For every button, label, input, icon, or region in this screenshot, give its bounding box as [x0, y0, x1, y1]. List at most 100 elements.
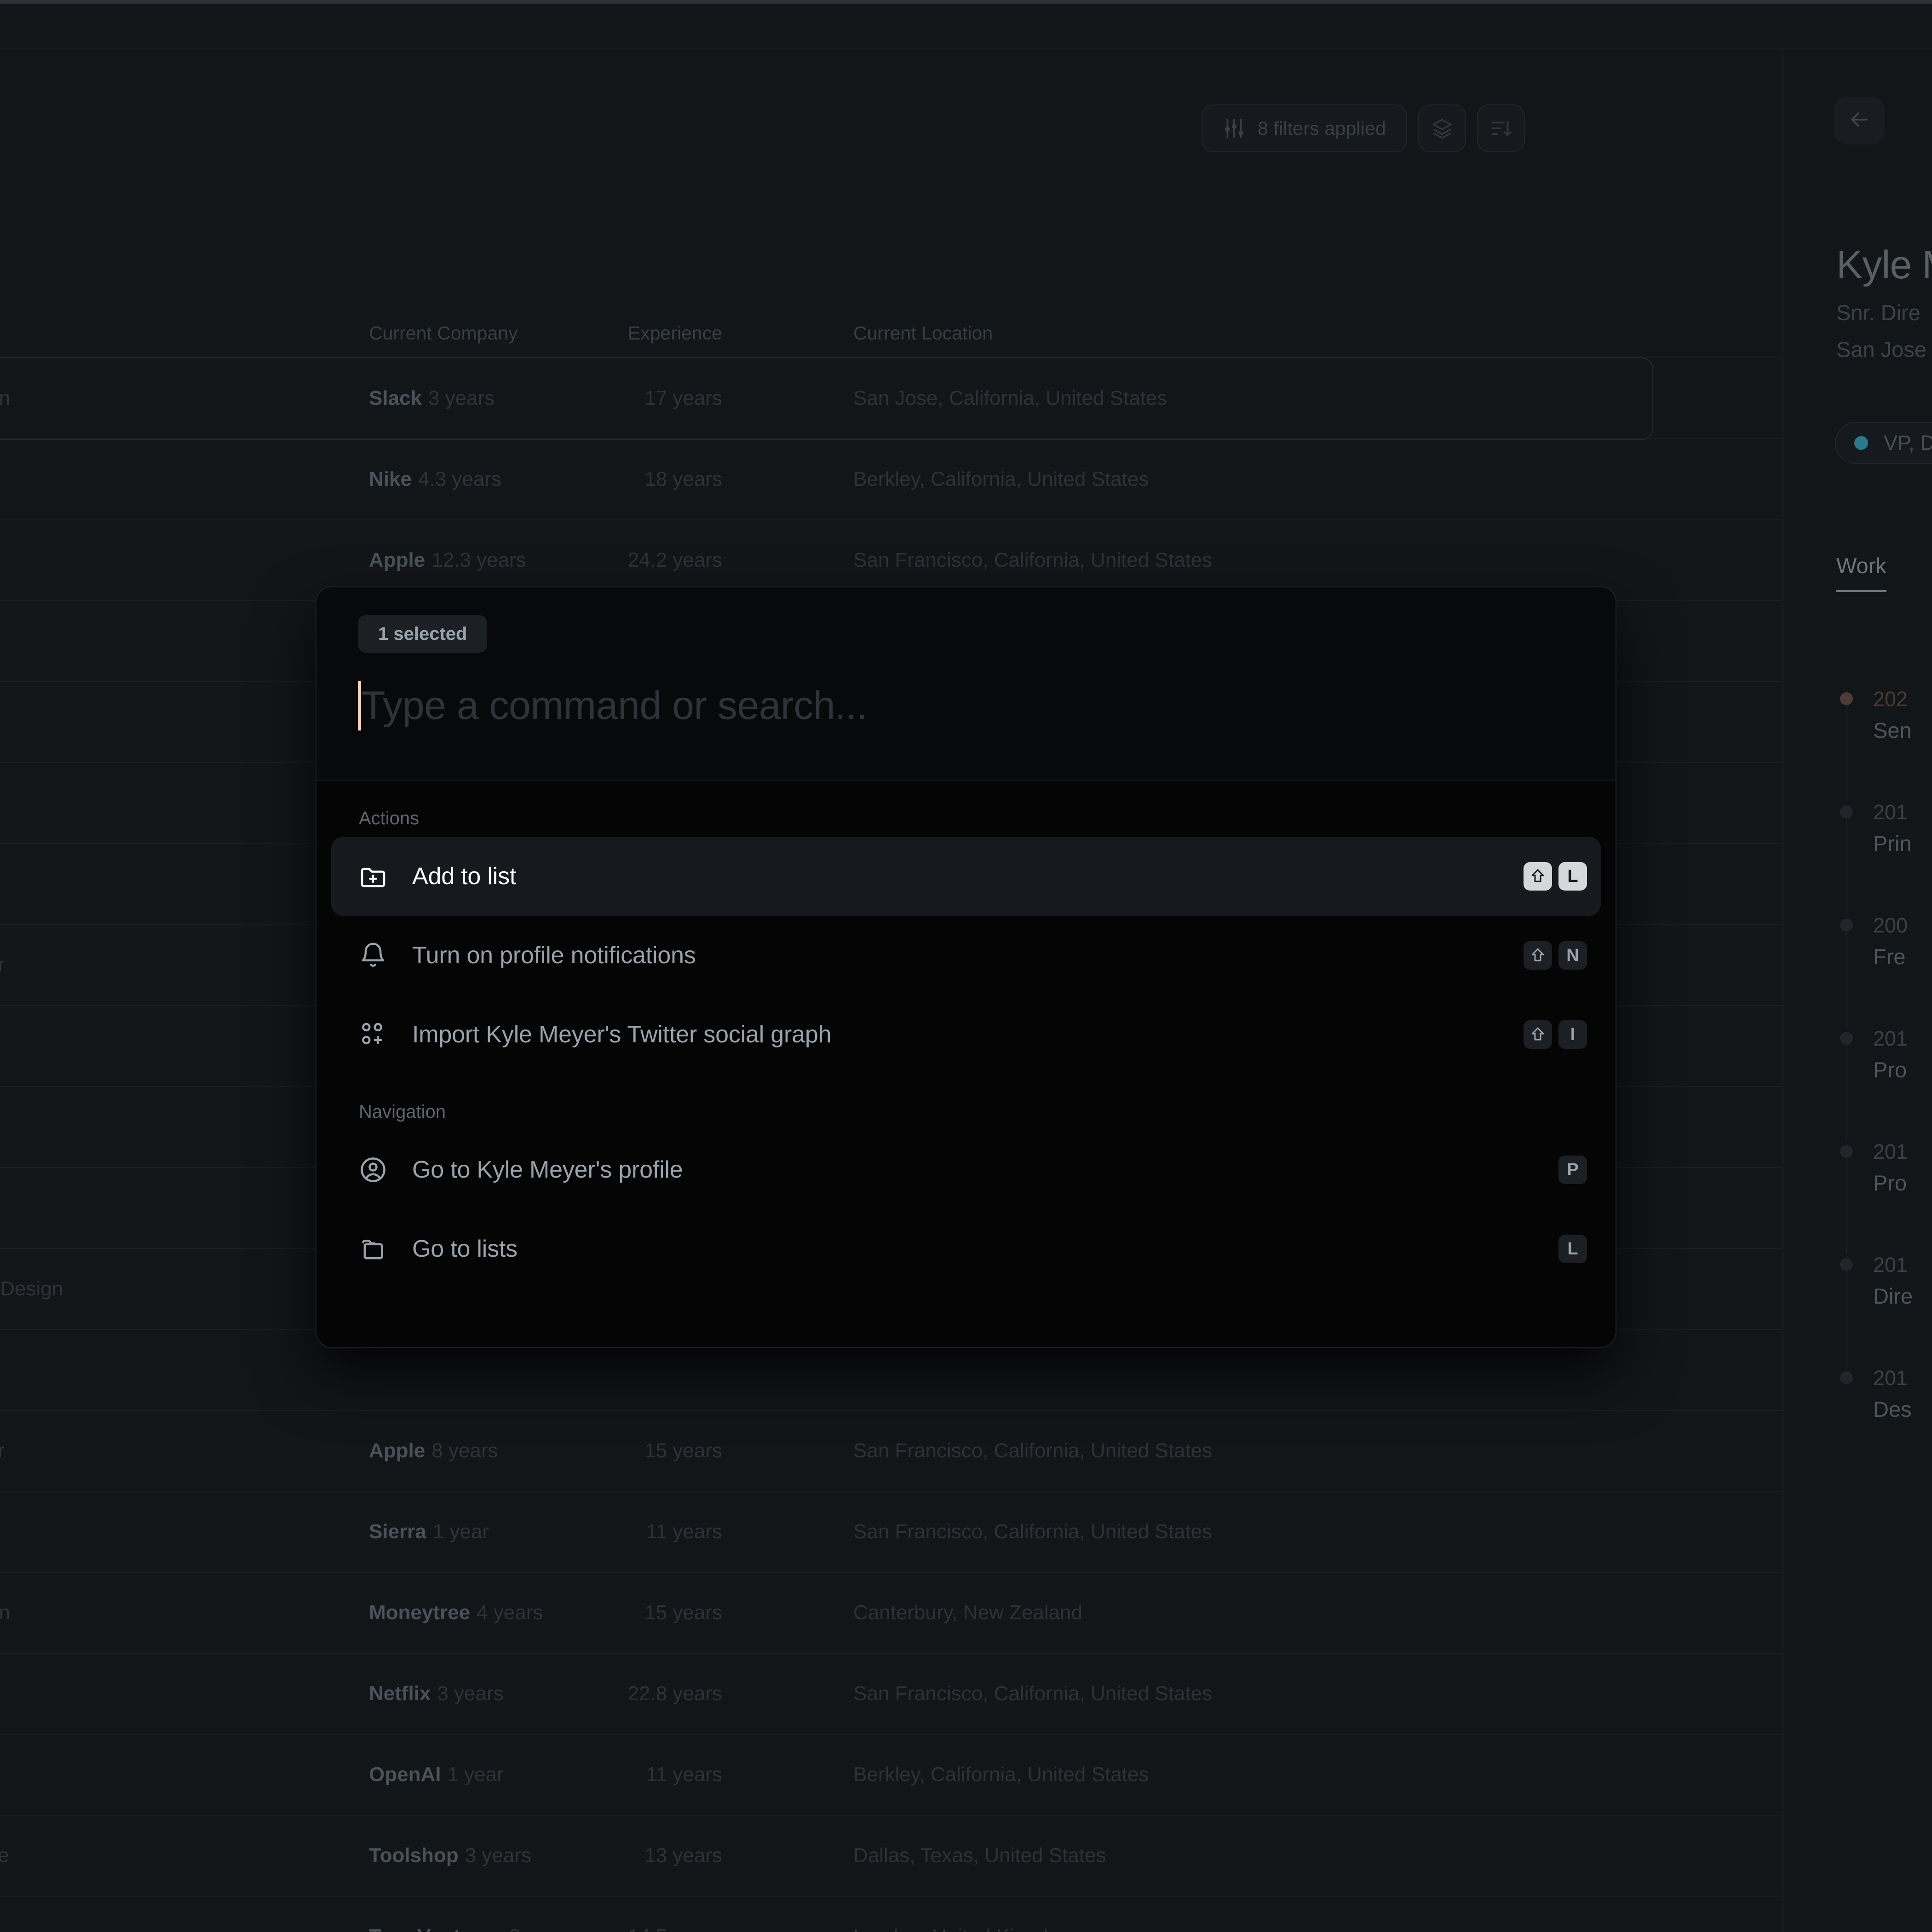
timeline-year: 201 [1873, 800, 1908, 824]
command-item[interactable]: Add to list L [331, 837, 1601, 916]
window-top-strip [0, 0, 1932, 4]
timeline-item[interactable]: 200 Fre [1783, 915, 1932, 1028]
command-shortcut: I [1524, 1020, 1587, 1049]
timeline-year: 201 [1873, 1366, 1908, 1390]
company-tenure: 4 years [477, 1601, 543, 1624]
command-group-label: Actions [359, 808, 420, 828]
command-group-label: Navigation [359, 1102, 446, 1122]
cell-experience: 15 years [644, 1439, 722, 1462]
timeline-year: 201 [1873, 1140, 1908, 1163]
cell-job-title: Head of Product Design [0, 1277, 63, 1300]
table-row[interactable]: PartnerTrue Ventures3 yearsLondon, Unite… [0, 1897, 1782, 1932]
cell-experience: 18 years [644, 468, 722, 490]
column-header-company[interactable]: Current Company [369, 322, 518, 344]
table-row[interactable]: Product Designer Apple8 years San Francisc… [0, 1411, 1782, 1492]
cell-job-title: Software Creative [0, 1844, 9, 1867]
timeline-role: Prin [1873, 831, 1912, 856]
company-tenure: 4.3 years [418, 468, 501, 490]
column-header-experience[interactable]: Experience [628, 322, 722, 344]
profile-name: Kyle M [1836, 243, 1932, 287]
command-item[interactable]: Go to lists L [331, 1209, 1601, 1288]
cell-current-company: Slack 3 years [369, 387, 494, 410]
status-dot-icon [1854, 436, 1868, 450]
sort-descending-icon [1489, 117, 1512, 140]
cell-current-location: Berkley, California, United States [853, 1763, 1149, 1786]
company-name: Nike [369, 468, 412, 490]
cell-current-company: Moneytree 4 years [369, 1601, 543, 1624]
cell-experience: 14.5 years [628, 1925, 722, 1932]
table-row[interactable]: Product DesignSierra1 yearSan Francisco,… [0, 1492, 1782, 1573]
kbd-shift-icon [1524, 941, 1552, 970]
company-name: OpenAI [369, 1763, 441, 1786]
table-toolbar: 8 filters applied [1201, 104, 1525, 152]
folder-plus-icon [358, 861, 388, 891]
command-palette-input-area: 1 selected Type a command or search... [316, 587, 1616, 781]
profile-detail-panel: Kyle M Snr. Dire San Jose VP, D Work 202… [1782, 49, 1932, 1932]
company-tenure: 3 years [428, 387, 495, 409]
tab-work[interactable]: Work [1836, 553, 1886, 592]
table-row[interactable]: Director of Design Slack 3 years San Jose, … [0, 357, 1782, 440]
profile-badge-label: VP, D [1884, 431, 1932, 454]
command-input-wrapper[interactable]: Type a command or search... [358, 680, 868, 731]
filters-label: 8 filters applied [1257, 117, 1386, 139]
cell-experience: 11 years [646, 1763, 723, 1786]
bell-icon [358, 940, 388, 971]
command-item-label: Go to Kyle Meyer's profile [412, 1156, 683, 1183]
table-header-row: Current Company Current Location Experie… [0, 311, 1782, 357]
command-item-label: Turn on profile notifications [412, 942, 696, 969]
company-tenure: 3 years [437, 1682, 504, 1705]
cell-current-location: Berkley, California, United States [853, 468, 1149, 490]
command-item-label: Add to list [412, 863, 517, 890]
cell-current-company: Apple 8 years [369, 1439, 498, 1462]
timeline-role: Dire [1873, 1284, 1913, 1308]
table-row[interactable]: Digital DesignNike4.3 yearsBerkley, Cali… [0, 439, 1782, 520]
timeline-item[interactable]: 201 Prin [1783, 802, 1932, 915]
kbd-key: N [1558, 941, 1587, 970]
timeline-item[interactable]: 201 Pro [1783, 1028, 1932, 1141]
timeline-item[interactable]: 202 Sen [1783, 689, 1932, 802]
timeline-item[interactable]: 201 Dire [1783, 1254, 1932, 1368]
timeline-connector [1846, 932, 1847, 1028]
company-name: Sierra [369, 1520, 426, 1543]
app-shell: 8 filters applied Current Company Curren… [0, 4, 1932, 1932]
timeline-year: 200 [1873, 914, 1908, 937]
column-header-location[interactable]: Current Location [853, 322, 993, 344]
timeline-connector [1846, 1158, 1847, 1254]
cell-job-title: Product Designer [0, 1439, 5, 1462]
kbd-key: P [1558, 1156, 1587, 1184]
company-name: Apple [369, 549, 426, 571]
command-item-label: Go to lists [412, 1236, 518, 1262]
timeline-role: Fre [1873, 944, 1906, 969]
layers-icon [1431, 117, 1454, 140]
sort-button[interactable] [1477, 104, 1525, 152]
timeline-connector [1846, 1271, 1847, 1368]
command-palette-results: Actions Add to list L Turn on profile notif… [316, 781, 1616, 1347]
command-item[interactable]: Go to Kyle Meyer's profile P [331, 1130, 1601, 1209]
command-item[interactable]: Turn on profile notifications N [331, 916, 1601, 995]
table-row[interactable]: Director of Design Moneytree 4 years Canter… [0, 1573, 1782, 1654]
company-tenure: 12.3 years [431, 549, 526, 571]
cell-experience: 17 years [644, 387, 722, 409]
back-button[interactable] [1834, 97, 1885, 144]
table-row[interactable]: Software Creative Toolshop 3 years Dallas, … [0, 1816, 1782, 1897]
profile-location: San Jose [1836, 337, 1926, 362]
table-row[interactable]: Design DirectorNetflix3 yearsSan Francis… [0, 1654, 1782, 1735]
cell-experience: 11 years [646, 1520, 723, 1543]
filters-button[interactable]: 8 filters applied [1201, 104, 1407, 152]
cell-job-title: Product Designer [0, 954, 5, 976]
table-row[interactable]: DesignOpenAI1 yearBerkley, California, U… [0, 1735, 1782, 1816]
timeline-role: Sen [1873, 718, 1912, 742]
timeline-connector [1846, 1045, 1847, 1141]
company-tenure: 3 years [465, 1844, 531, 1867]
kbd-key: I [1558, 1020, 1587, 1049]
timeline-item[interactable]: 201 Des [1783, 1368, 1932, 1481]
timeline-item[interactable]: 201 Pro [1783, 1141, 1932, 1254]
cell-experience: 22.8 years [627, 1682, 722, 1705]
company-tenure: 1 year [432, 1520, 489, 1543]
command-item[interactable]: Import Kyle Meyer's Twitter social graph… [331, 995, 1601, 1074]
user-circle-icon [358, 1155, 388, 1185]
cell-current-location: London, United Kingdom [853, 1925, 1076, 1932]
command-item-label: Import Kyle Meyer's Twitter social graph [412, 1021, 832, 1048]
layers-button[interactable] [1418, 104, 1466, 152]
command-shortcut: L [1524, 862, 1587, 891]
